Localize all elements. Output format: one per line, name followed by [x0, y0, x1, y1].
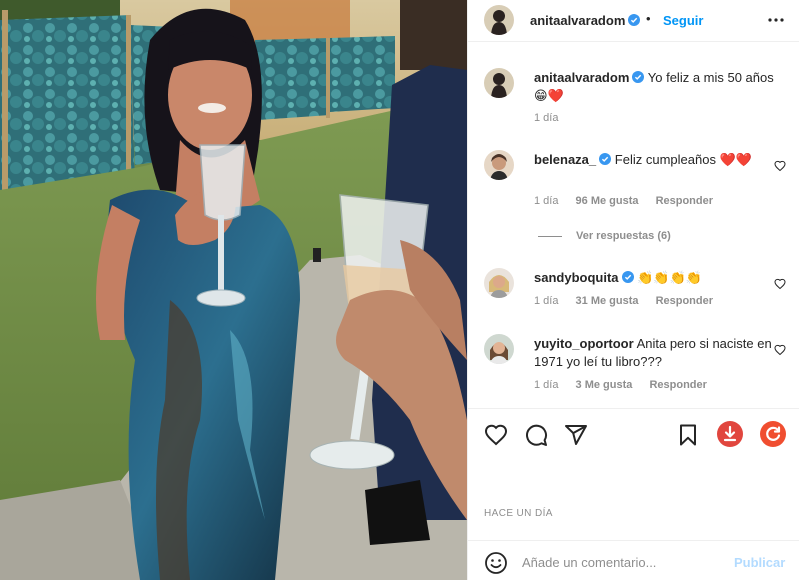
- more-options-icon[interactable]: [764, 10, 788, 30]
- verified-badge-icon: [621, 271, 634, 283]
- comment-composer: Publicar: [468, 540, 799, 580]
- follow-button[interactable]: Seguir: [663, 13, 703, 28]
- author-avatar[interactable]: [484, 5, 514, 35]
- comment-like-heart-icon[interactable]: [774, 344, 786, 356]
- verified-badge-icon: [628, 14, 641, 26]
- comment-text: 👏👏👏👏: [637, 270, 702, 285]
- view-replies-button[interactable]: Ver respuestas (6): [538, 230, 671, 242]
- emoji-icon[interactable]: [484, 551, 508, 575]
- caption-username[interactable]: anitaalvaradom: [534, 70, 629, 85]
- action-bar: [468, 408, 799, 458]
- reply-button[interactable]: Responder: [656, 295, 713, 307]
- share-icon[interactable]: [564, 423, 588, 447]
- publish-button[interactable]: Publicar: [734, 555, 785, 570]
- commenter-avatar[interactable]: [484, 334, 514, 364]
- comment-body: belenaza_ Feliz cumpleaños ❤️❤️: [534, 151, 774, 169]
- view-replies-label: Ver respuestas (6): [576, 230, 671, 242]
- comment-like-heart-icon[interactable]: [774, 278, 786, 290]
- comment-meta: 1 día 3 Me gusta Responder: [534, 379, 721, 391]
- caption-body: anitaalvaradom Yo feliz a mis 50 años 😁❤…: [534, 69, 774, 105]
- comment-like-heart-icon[interactable]: [774, 160, 786, 172]
- comment-likes[interactable]: 96 Me gusta: [576, 195, 639, 207]
- reply-button[interactable]: Responder: [649, 379, 706, 391]
- comment-meta: 1 día 31 Me gusta Responder: [534, 295, 727, 307]
- comment-time[interactable]: 1 día: [534, 195, 558, 207]
- post-side-panel: anitaalvaradom • Seguir anitaalvaradom Y…: [467, 0, 799, 580]
- post-header: anitaalvaradom • Seguir: [468, 0, 799, 42]
- comment-input[interactable]: [522, 549, 722, 575]
- bookmark-icon[interactable]: [676, 423, 700, 447]
- comment-likes[interactable]: 31 Me gusta: [576, 295, 639, 307]
- photo-image: [0, 0, 467, 580]
- comment-username[interactable]: belenaza_: [534, 152, 596, 167]
- reply-button[interactable]: Responder: [656, 195, 713, 207]
- comment-time[interactable]: 1 día: [534, 379, 558, 391]
- refresh-extension-icon[interactable]: [760, 421, 786, 447]
- caption-meta: 1 día: [534, 112, 572, 124]
- header-separator: •: [646, 11, 651, 26]
- verified-badge-icon: [599, 153, 612, 165]
- verified-badge-icon: [632, 71, 645, 83]
- caption-avatar[interactable]: [484, 68, 514, 98]
- comment-likes[interactable]: 3 Me gusta: [576, 379, 633, 391]
- post-timestamp[interactable]: HACE UN DÍA: [484, 508, 553, 519]
- caption-time[interactable]: 1 día: [534, 112, 558, 124]
- comment-text: Feliz cumpleaños ❤️❤️: [614, 152, 752, 167]
- comment-body: yuyito_oportoor Anita pero si naciste en…: [534, 335, 774, 371]
- commenter-avatar[interactable]: [484, 150, 514, 180]
- heart-icon[interactable]: [484, 423, 508, 447]
- comment-meta: 1 día 96 Me gusta Responder: [534, 195, 727, 207]
- comment-icon[interactable]: [524, 423, 548, 447]
- comment-time[interactable]: 1 día: [534, 295, 558, 307]
- comment-username[interactable]: sandyboquita: [534, 270, 619, 285]
- author-username[interactable]: anitaalvaradom: [530, 13, 641, 28]
- download-extension-icon[interactable]: [717, 421, 743, 447]
- comment-username[interactable]: yuyito_oportoor: [534, 336, 634, 351]
- commenter-avatar[interactable]: [484, 268, 514, 298]
- comment-body: sandyboquita 👏👏👏👏: [534, 269, 774, 287]
- replies-divider-line: [538, 235, 562, 237]
- post-photo[interactable]: [0, 0, 467, 580]
